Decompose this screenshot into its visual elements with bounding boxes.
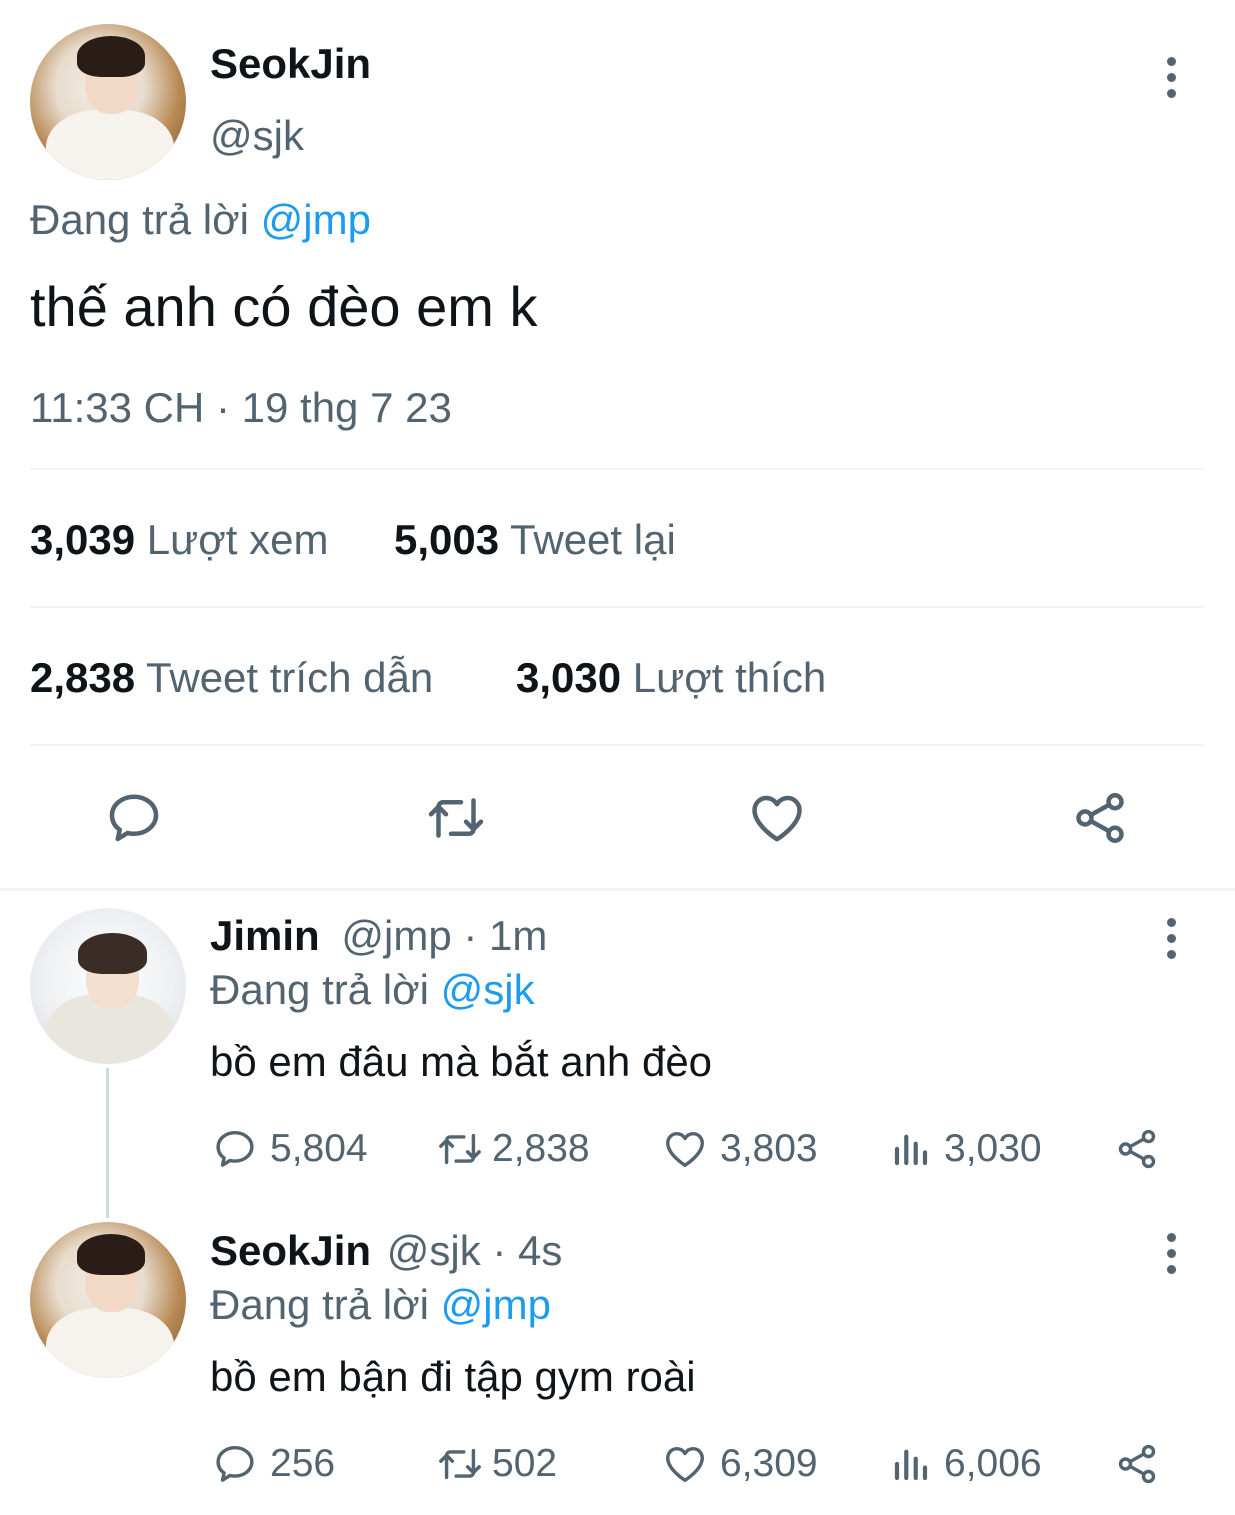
reply-header: SeokJin @sjk · 4s <box>210 1227 562 1275</box>
views-icon <box>890 1441 932 1487</box>
more-options-icon[interactable] <box>1165 918 1177 966</box>
stats-row-1: 3,039 Lượt xem <box>30 516 328 564</box>
like-action[interactable]: 6,309 <box>662 1441 818 1487</box>
views-label: Lượt xem <box>146 516 329 563</box>
retweet-icon <box>434 1441 486 1487</box>
reply-author-handle[interactable]: @jmp <box>341 912 451 959</box>
reply-text: bồ em đâu mà bắt anh đèo <box>210 1038 713 1085</box>
view-count: 6,006 <box>944 1442 1042 1485</box>
likes-count: 3,030 <box>516 654 622 701</box>
divider <box>30 744 1204 746</box>
reply-time[interactable]: · 1m <box>463 912 547 959</box>
replying-mention[interactable]: @jmp <box>441 1281 551 1328</box>
retweets-stat[interactable]: 5,003 Tweet lại <box>394 516 676 564</box>
share-icon[interactable] <box>1114 1441 1160 1487</box>
quotes-label: Tweet trích dẫn <box>146 654 434 701</box>
view-count: 3,030 <box>944 1127 1042 1170</box>
likes-label: Lượt thích <box>632 654 827 701</box>
like-count: 6,309 <box>720 1442 818 1485</box>
reply-count: 256 <box>270 1442 336 1485</box>
like-icon[interactable] <box>747 788 807 848</box>
reply-text: bồ em bận đi tập gym roài <box>210 1353 696 1400</box>
replying-prefix: Đang trả lời <box>210 1281 429 1328</box>
like-icon <box>662 1441 708 1487</box>
tweet-text: thế anh có đèo em k <box>30 275 538 338</box>
retweet-count: 502 <box>492 1442 558 1485</box>
likes-stat[interactable]: 3,030 Lượt thích <box>516 654 826 702</box>
author-handle[interactable]: @sjk <box>210 112 304 160</box>
reply-icon <box>212 1126 258 1172</box>
author-name[interactable]: SeokJin <box>210 40 371 88</box>
reply-icon[interactable] <box>104 788 164 848</box>
like-action[interactable]: 3,803 <box>662 1126 818 1172</box>
share-icon[interactable] <box>1114 1126 1160 1172</box>
views-action[interactable]: 3,030 <box>890 1126 1042 1172</box>
divider <box>30 468 1204 470</box>
replying-mention[interactable]: @jmp <box>261 196 371 243</box>
retweet-icon <box>434 1126 486 1172</box>
replying-mention[interactable]: @sjk <box>441 966 535 1013</box>
tweet-timestamp[interactable]: 11:33 CH · 19 thg 7 23 <box>30 384 452 432</box>
reply-action[interactable]: 5,804 <box>212 1126 368 1172</box>
quotes-count: 2,838 <box>30 654 136 701</box>
reply-count: 5,804 <box>270 1127 368 1170</box>
views-action[interactable]: 6,006 <box>890 1441 1042 1487</box>
more-options-icon[interactable] <box>1165 57 1177 105</box>
reply-time[interactable]: · 4s <box>492 1227 562 1274</box>
more-options-icon[interactable] <box>1165 1233 1177 1281</box>
avatar[interactable] <box>30 1222 186 1378</box>
quotes-stat[interactable]: 2,838 Tweet trích dẫn <box>30 654 433 702</box>
replying-prefix: Đang trả lời <box>30 196 249 243</box>
replying-to: Đang trả lời @jmp <box>210 1281 551 1329</box>
reply-icon <box>212 1441 258 1487</box>
thread-line <box>106 1068 109 1218</box>
views-icon <box>890 1126 932 1172</box>
reply-author-name[interactable]: SeokJin <box>210 1227 371 1274</box>
like-icon <box>662 1126 708 1172</box>
reply-author-name[interactable]: Jimin <box>210 912 320 959</box>
retweet-action[interactable]: 2,838 <box>434 1126 590 1172</box>
avatar[interactable] <box>30 908 186 1064</box>
views-count: 3,039 <box>30 516 136 563</box>
reply-author-handle[interactable]: @sjk <box>387 1227 481 1274</box>
reply-action[interactable]: 256 <box>212 1441 335 1487</box>
retweet-action[interactable]: 502 <box>434 1441 557 1487</box>
avatar[interactable] <box>30 24 186 180</box>
replying-to: Đang trả lời @jmp <box>30 196 371 244</box>
retweet-icon[interactable] <box>424 788 488 848</box>
like-count: 3,803 <box>720 1127 818 1170</box>
section-divider <box>0 888 1235 891</box>
share-icon[interactable] <box>1070 788 1130 848</box>
retweets-label: Tweet lại <box>510 516 676 563</box>
replying-prefix: Đang trả lời <box>210 966 429 1013</box>
reply-header: Jimin @jmp · 1m <box>210 912 547 960</box>
divider <box>30 606 1204 608</box>
retweets-count: 5,003 <box>394 516 500 563</box>
replying-to: Đang trả lời @sjk <box>210 966 535 1014</box>
retweet-count: 2,838 <box>492 1127 590 1170</box>
